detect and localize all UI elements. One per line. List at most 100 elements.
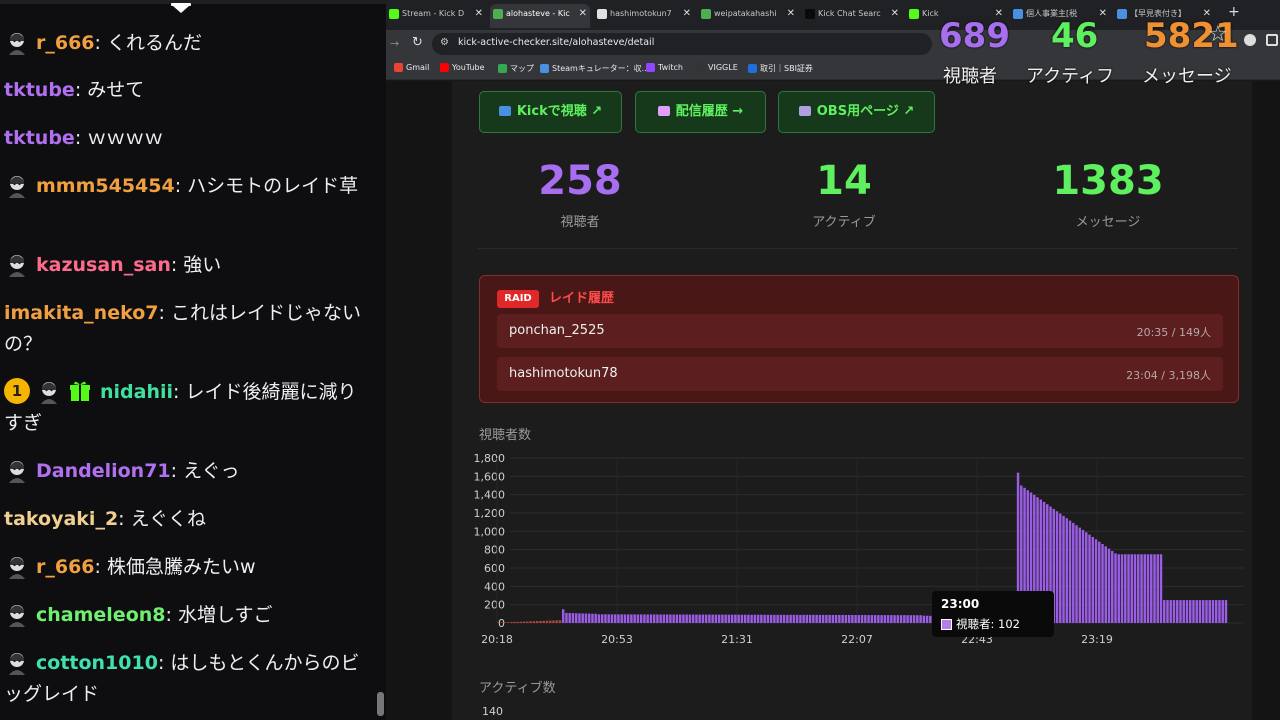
obs-page-button[interactable]: OBS用ページ ↗	[778, 91, 935, 133]
viewer-bar[interactable]	[912, 615, 916, 623]
viewer-bar[interactable]	[1189, 600, 1192, 623]
tab-close-icon[interactable]: ✕	[787, 4, 795, 24]
viewer-bar[interactable]	[1208, 600, 1211, 623]
url-field[interactable]: ⚙ kick-active-checker.site/alohasteve/de…	[432, 33, 932, 55]
chat-username[interactable]: takoyaki_2	[4, 508, 118, 530]
viewer-bar[interactable]	[578, 613, 581, 623]
viewer-bar[interactable]	[1062, 515, 1065, 623]
viewer-bar[interactable]	[1205, 600, 1208, 623]
user-avatar-icon[interactable]	[4, 649, 30, 675]
viewer-bar[interactable]	[922, 615, 926, 623]
viewer-bar[interactable]	[1221, 600, 1224, 623]
viewer-bar[interactable]	[607, 614, 610, 623]
viewer-bar[interactable]	[1104, 546, 1107, 623]
viewer-bar[interactable]	[919, 615, 922, 623]
tab-close-icon[interactable]: ✕	[1099, 4, 1107, 24]
viewer-bar[interactable]	[867, 615, 870, 623]
tab-close-icon[interactable]: ✕	[579, 4, 587, 24]
chat-username[interactable]: Dandelion71	[36, 460, 171, 482]
viewer-bar[interactable]	[1091, 536, 1094, 623]
user-avatar-icon[interactable]	[4, 457, 30, 483]
viewer-bar[interactable]	[1065, 518, 1069, 623]
viewer-bar[interactable]	[880, 615, 883, 623]
viewer-bar[interactable]	[766, 614, 770, 623]
user-avatar-icon[interactable]	[36, 378, 62, 404]
forward-arrow-icon[interactable]: →	[390, 37, 399, 50]
viewer-bar[interactable]	[617, 614, 620, 623]
viewer-bar[interactable]	[711, 614, 714, 623]
chat-username[interactable]: nidahii	[100, 381, 173, 403]
viewer-bar[interactable]	[870, 615, 874, 623]
user-avatar-icon[interactable]	[4, 601, 30, 627]
viewer-bar[interactable]	[737, 614, 740, 623]
viewer-bar[interactable]	[789, 614, 792, 623]
chat-username[interactable]: cotton1010	[36, 652, 158, 674]
viewer-bar[interactable]	[1218, 600, 1221, 623]
viewer-bar[interactable]	[756, 614, 760, 623]
bookmark-item[interactable]: 取引｜SBI証券	[748, 63, 813, 74]
viewer-bar[interactable]	[743, 614, 747, 623]
viewer-bar[interactable]	[857, 615, 861, 623]
viewer-bar[interactable]	[763, 614, 766, 623]
viewer-bar[interactable]	[1192, 600, 1195, 623]
viewer-bar[interactable]	[1101, 543, 1104, 623]
viewer-bar[interactable]	[1075, 525, 1078, 623]
viewer-bar[interactable]	[1068, 520, 1072, 623]
viewer-bar[interactable]	[1146, 554, 1150, 623]
viewer-bar[interactable]	[519, 621, 523, 623]
browser-tab[interactable]: alohasteve - Kic ✕	[490, 4, 590, 28]
viewer-bar[interactable]	[1107, 548, 1111, 623]
viewer-bar[interactable]	[821, 614, 825, 623]
viewer-bar[interactable]	[1098, 541, 1101, 623]
viewer-bar[interactable]	[1117, 554, 1120, 623]
reload-icon[interactable]: ↻	[412, 35, 423, 50]
viewer-bar[interactable]	[574, 613, 578, 623]
watch-on-kick-button[interactable]: Kickで視聴 ↗	[479, 91, 622, 133]
bookmark-item[interactable]: マップ	[498, 63, 534, 74]
viewer-bar[interactable]	[526, 621, 529, 623]
bookmark-item[interactable]: YouTube	[440, 63, 485, 72]
viewer-bar[interactable]	[623, 614, 627, 623]
viewer-bar[interactable]	[643, 614, 646, 623]
stream-history-button[interactable]: 配信履歴 →	[635, 91, 766, 133]
viewer-bar[interactable]	[825, 614, 828, 623]
viewer-bar[interactable]	[831, 614, 835, 623]
viewer-bar[interactable]	[812, 614, 815, 623]
viewer-bar[interactable]	[513, 621, 516, 623]
viewer-bar[interactable]	[708, 614, 711, 623]
user-avatar-icon[interactable]	[4, 553, 30, 579]
viewer-bar[interactable]	[1150, 554, 1153, 623]
viewer-bar[interactable]	[539, 620, 542, 623]
user-avatar-icon[interactable]	[4, 251, 30, 277]
viewer-bar[interactable]	[724, 614, 727, 623]
viewer-bar[interactable]	[1215, 600, 1218, 623]
viewer-bar[interactable]	[529, 621, 532, 623]
viewer-bar[interactable]	[503, 622, 506, 623]
viewer-bar[interactable]	[1088, 534, 1091, 623]
viewer-bar[interactable]	[555, 620, 558, 623]
viewer-bar[interactable]	[717, 614, 721, 623]
viewer-bar[interactable]	[1172, 600, 1176, 623]
viewer-bar[interactable]	[734, 614, 737, 623]
viewer-bar[interactable]	[1085, 532, 1088, 623]
viewer-bar[interactable]	[1169, 600, 1172, 623]
viewer-bar[interactable]	[851, 615, 854, 623]
site-info-icon[interactable]: ⚙	[440, 37, 449, 48]
viewer-bar[interactable]	[890, 615, 893, 624]
viewer-bar[interactable]	[516, 621, 519, 623]
viewer-bar[interactable]	[815, 614, 818, 623]
viewer-bar[interactable]	[535, 621, 539, 623]
viewer-bar[interactable]	[1078, 527, 1081, 623]
browser-tab[interactable]: Kick Chat Searc ✕	[802, 4, 902, 28]
chat-username[interactable]: kazusan_san	[36, 254, 171, 276]
viewer-bar[interactable]	[656, 614, 659, 623]
viewer-bar[interactable]	[652, 614, 656, 623]
viewer-bar[interactable]	[1195, 600, 1198, 623]
viewer-bar[interactable]	[500, 622, 503, 623]
viewer-bar[interactable]	[594, 613, 597, 623]
viewer-bar[interactable]	[896, 615, 900, 623]
user-avatar-icon[interactable]	[4, 172, 30, 198]
viewer-bar[interactable]	[1124, 554, 1127, 623]
viewer-bar[interactable]	[620, 614, 623, 623]
viewer-bar[interactable]	[613, 614, 617, 623]
